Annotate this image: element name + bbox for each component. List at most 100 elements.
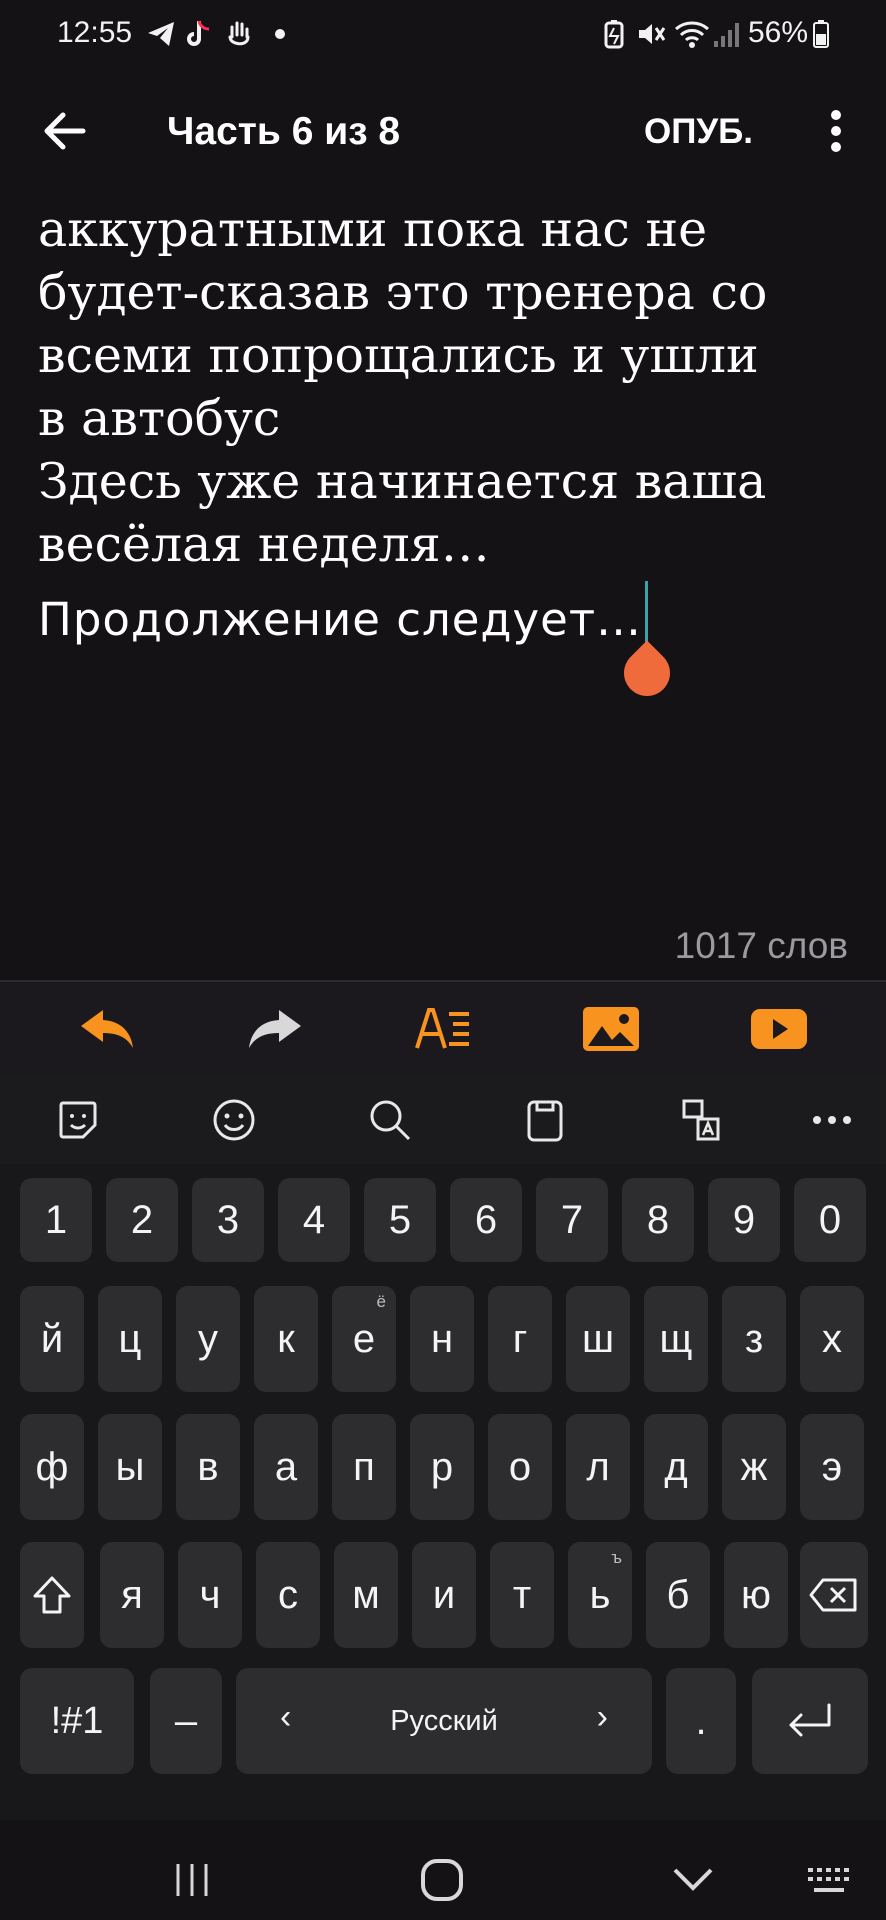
- story-body-text[interactable]: аккуратными пока нас не будет-сказав это…: [38, 198, 858, 576]
- mute-icon: [636, 18, 666, 50]
- continuation-text[interactable]: Продолжение следует…: [38, 593, 642, 646]
- letter-key[interactable]: э: [800, 1414, 864, 1520]
- letter-key[interactable]: а: [254, 1414, 318, 1520]
- shift-key[interactable]: [20, 1542, 84, 1648]
- key-label: 7: [560, 1197, 584, 1242]
- key-alt-hint: ъ: [611, 1548, 622, 1567]
- letter-key[interactable]: ьъ: [568, 1542, 632, 1648]
- letter-key[interactable]: з: [722, 1286, 786, 1392]
- letter-key[interactable]: и: [412, 1542, 476, 1648]
- key-label: ж: [740, 1444, 768, 1489]
- key-label: й: [40, 1316, 64, 1361]
- story-editor[interactable]: аккуратными пока нас не будет-сказав это…: [0, 198, 886, 978]
- letter-key[interactable]: п: [332, 1414, 396, 1520]
- key-label: ш: [581, 1316, 615, 1361]
- key-label: с: [278, 1572, 298, 1617]
- letter-key[interactable]: х: [800, 1286, 864, 1392]
- recents-button[interactable]: [172, 1860, 212, 1905]
- period-key[interactable]: .: [666, 1668, 736, 1774]
- insert-image-button[interactable]: [561, 996, 661, 1062]
- key-label: ф: [35, 1444, 69, 1489]
- number-key[interactable]: 6: [450, 1178, 522, 1262]
- translate-button[interactable]: [671, 1090, 731, 1150]
- redo-icon: [249, 1010, 301, 1048]
- letter-key[interactable]: щ: [644, 1286, 708, 1392]
- emoji-button[interactable]: [204, 1090, 264, 1150]
- back-button[interactable]: [40, 106, 90, 156]
- letter-key[interactable]: б: [646, 1542, 710, 1648]
- more-menu-button[interactable]: [818, 106, 854, 156]
- search-icon: [370, 1100, 411, 1141]
- letter-key[interactable]: м: [334, 1542, 398, 1648]
- signal-icon: [712, 18, 742, 50]
- letter-key[interactable]: с: [256, 1542, 320, 1648]
- letter-key[interactable]: в: [176, 1414, 240, 1520]
- telegram-icon: [146, 18, 176, 50]
- shift-icon: [33, 1576, 71, 1614]
- number-key[interactable]: 0: [794, 1178, 866, 1262]
- more-horizontal-icon: [813, 1116, 851, 1124]
- letter-key[interactable]: ц: [98, 1286, 162, 1392]
- letter-key[interactable]: к: [254, 1286, 318, 1392]
- letter-key[interactable]: т: [490, 1542, 554, 1648]
- letter-key[interactable]: н: [410, 1286, 474, 1392]
- back-chevron-icon: [673, 1868, 713, 1891]
- search-button[interactable]: [360, 1090, 420, 1150]
- key-label: х: [822, 1316, 842, 1361]
- key-label: ы: [115, 1444, 145, 1489]
- letter-key[interactable]: д: [644, 1414, 708, 1520]
- letter-key[interactable]: ю: [724, 1542, 788, 1648]
- letter-key[interactable]: л: [566, 1414, 630, 1520]
- sticker-button[interactable]: [48, 1090, 108, 1150]
- translate-icon: [682, 1099, 720, 1141]
- letter-key[interactable]: о: [488, 1414, 552, 1520]
- undo-icon: [81, 1010, 133, 1048]
- keyboard-switch-button[interactable]: [806, 1866, 854, 1901]
- letter-key[interactable]: г: [488, 1286, 552, 1392]
- clipboard-button[interactable]: [515, 1090, 575, 1150]
- letter-key[interactable]: ж: [722, 1414, 786, 1520]
- letter-key[interactable]: я: [100, 1542, 164, 1648]
- dash-key[interactable]: –: [150, 1668, 222, 1774]
- letter-key[interactable]: у: [176, 1286, 240, 1392]
- back-nav-button[interactable]: [672, 1866, 714, 1897]
- number-key[interactable]: 3: [192, 1178, 264, 1262]
- letter-key[interactable]: р: [410, 1414, 474, 1520]
- home-icon: [421, 1859, 463, 1901]
- more-vertical-icon: [831, 110, 841, 152]
- key-label: 1: [44, 1197, 68, 1242]
- home-button[interactable]: [420, 1858, 464, 1907]
- cursor-handle[interactable]: [614, 640, 680, 706]
- key-label: п: [353, 1444, 375, 1489]
- number-key[interactable]: 7: [536, 1178, 608, 1262]
- undo-button[interactable]: [57, 996, 157, 1062]
- key-label: л: [586, 1444, 610, 1489]
- publish-button[interactable]: ОПУБ.: [644, 112, 753, 152]
- editor-header: Часть 6 из 8 ОПУБ.: [0, 70, 886, 198]
- keyboard: 1234567890 йцукеёнгшщз х ф ывапролджэ ячсм…: [0, 1076, 886, 1820]
- redo-button[interactable]: [225, 996, 325, 1062]
- backspace-key[interactable]: [800, 1542, 868, 1648]
- letter-key[interactable]: её: [332, 1286, 396, 1392]
- number-key[interactable]: 2: [106, 1178, 178, 1262]
- insert-video-button[interactable]: [729, 996, 829, 1062]
- more-keyboard-options-button[interactable]: [802, 1090, 862, 1150]
- text-format-button[interactable]: [393, 996, 493, 1062]
- letter-key[interactable]: ф: [20, 1414, 84, 1520]
- space-key[interactable]: ‹ Русский ›: [236, 1668, 652, 1774]
- number-key[interactable]: 5: [364, 1178, 436, 1262]
- symbols-key[interactable]: !#1: [20, 1668, 134, 1774]
- letter-key[interactable]: ч: [178, 1542, 242, 1648]
- sticker-icon: [59, 1101, 97, 1139]
- letter-key[interactable]: й: [20, 1286, 84, 1392]
- space-left-arrow: ‹: [280, 1698, 292, 1736]
- number-key[interactable]: 9: [708, 1178, 780, 1262]
- key-label: з: [744, 1316, 764, 1361]
- letter-key[interactable]: ш: [566, 1286, 630, 1392]
- number-key[interactable]: 4: [278, 1178, 350, 1262]
- number-key[interactable]: 8: [622, 1178, 694, 1262]
- key-label: 5: [388, 1197, 412, 1242]
- enter-key[interactable]: [752, 1668, 868, 1774]
- number-key[interactable]: 1: [20, 1178, 92, 1262]
- letter-key[interactable]: ы: [98, 1414, 162, 1520]
